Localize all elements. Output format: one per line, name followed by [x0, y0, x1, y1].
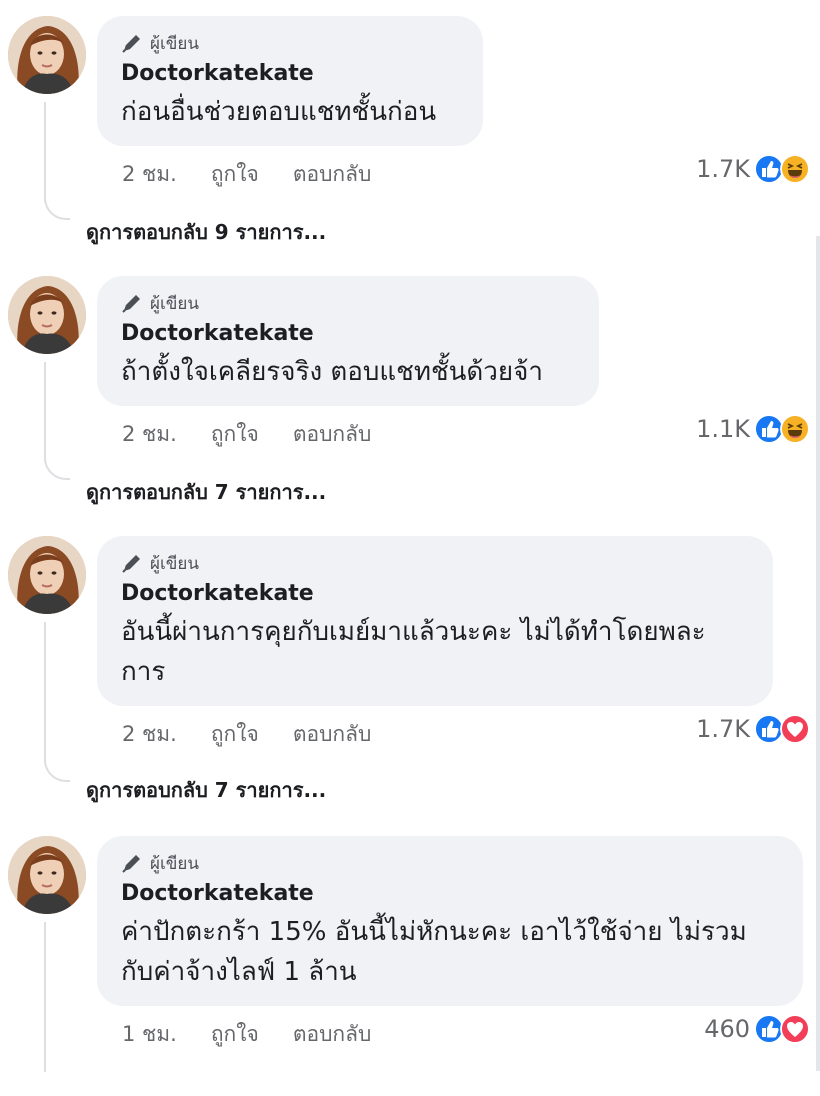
reply-button[interactable]: ตอบกลับ [293, 1018, 372, 1051]
avatar[interactable] [8, 836, 86, 914]
like-button[interactable]: ถูกใจ [211, 718, 259, 751]
comment-bubble: ผู้เขียน Doctorkatekate ก่อนอื่นช่วยตอบแ… [97, 16, 483, 146]
author-badge: ผู้เขียน [121, 852, 779, 874]
comment-time[interactable]: 2 ชม. [122, 158, 177, 191]
avatar[interactable] [8, 16, 86, 94]
comment-text: ถ้าตั้งใจเคลียรจริง ตอบแชทชั้นด้วยจ้า [121, 357, 543, 387]
comment-time[interactable]: 2 ชม. [122, 718, 177, 751]
thread-line [44, 922, 46, 1072]
comment-time[interactable]: 1 ชม. [122, 1018, 177, 1051]
reaction-count: 1.7K [696, 155, 750, 183]
reaction-summary[interactable]: 1.1K [696, 414, 810, 444]
thread-line [44, 362, 46, 462]
pen-icon [122, 34, 141, 53]
pen-icon [122, 294, 141, 313]
like-button[interactable]: ถูกใจ [211, 1018, 259, 1051]
avatar[interactable] [8, 276, 86, 354]
comment-thread-1: ผู้เขียน Doctorkatekate ก่อนอื่นช่วยตอบแ… [0, 16, 820, 276]
comment-thread-2: ผู้เขียน Doctorkatekate ถ้าตั้งใจเคลียรจ… [0, 276, 820, 536]
comment-author[interactable]: Doctorkatekate [121, 320, 575, 348]
reaction-summary[interactable]: 1.7K [696, 154, 810, 184]
comment-thread-3: ผู้เขียน Doctorkatekate อันนี้ผ่านการคุย… [0, 536, 820, 802]
thread-line [44, 102, 46, 202]
thread-curve [44, 756, 70, 782]
view-replies-link[interactable]: ดูการตอบกลับ 7 รายการ... [86, 774, 326, 806]
comment-author[interactable]: Doctorkatekate [121, 580, 749, 608]
reply-button[interactable]: ตอบกลับ [293, 158, 372, 191]
reaction-summary[interactable]: 460 [704, 1014, 810, 1044]
author-badge-label: ผู้เขียน [150, 293, 199, 314]
pen-icon [122, 554, 141, 573]
haha-icon [780, 154, 810, 184]
comment-actions: 1 ชม. ถูกใจ ตอบกลับ [122, 1018, 371, 1051]
scrollbar[interactable] [816, 236, 820, 1071]
love-icon [780, 714, 810, 744]
comment-actions: 2 ชม. ถูกใจ ตอบกลับ [122, 418, 371, 451]
like-button[interactable]: ถูกใจ [211, 158, 259, 191]
thread-curve [44, 194, 70, 220]
author-badge: ผู้เขียน [121, 552, 749, 574]
love-icon [780, 1014, 810, 1044]
like-button[interactable]: ถูกใจ [211, 418, 259, 451]
view-replies-link[interactable]: ดูการตอบกลับ 7 รายการ... [86, 476, 326, 508]
reaction-count: 1.7K [696, 715, 750, 743]
comment-text: ก่อนอื่นช่วยตอบแชทชั้นก่อน [121, 97, 437, 127]
reply-button[interactable]: ตอบกลับ [293, 718, 372, 751]
author-badge-label: ผู้เขียน [150, 853, 199, 874]
comment-actions: 2 ชม. ถูกใจ ตอบกลับ [122, 158, 371, 191]
author-badge-label: ผู้เขียน [150, 553, 199, 574]
author-badge: ผู้เขียน [121, 292, 575, 314]
comment-bubble: ผู้เขียน Doctorkatekate อันนี้ผ่านการคุย… [97, 536, 773, 706]
reaction-summary[interactable]: 1.7K [696, 714, 810, 744]
pen-icon [122, 854, 141, 873]
comment-time[interactable]: 2 ชม. [122, 418, 177, 451]
reaction-count: 460 [704, 1015, 750, 1043]
comment-thread-4: ผู้เขียน Doctorkatekate ค่าปักตะกร้า 15%… [0, 836, 820, 1096]
comment-text-line-2: การ [121, 657, 166, 687]
comment-actions: 2 ชม. ถูกใจ ตอบกลับ [122, 718, 371, 751]
thread-curve [44, 454, 70, 480]
haha-icon [780, 414, 810, 444]
comment-author[interactable]: Doctorkatekate [121, 60, 459, 88]
thread-line [44, 622, 46, 762]
comment-text-line-1: อันนี้ผ่านการคุยกับเมย์มาแล้วนะคะ ไม่ได้… [121, 617, 706, 647]
comment-author[interactable]: Doctorkatekate [121, 880, 779, 908]
comment-bubble: ผู้เขียน Doctorkatekate ค่าปักตะกร้า 15%… [97, 836, 803, 1006]
reaction-count: 1.1K [696, 415, 750, 443]
comment-text-line-1: ค่าปักตะกร้า 15% อันนี้ไม่หักนะคะ เอาไว้… [121, 917, 747, 947]
reply-button[interactable]: ตอบกลับ [293, 418, 372, 451]
author-badge: ผู้เขียน [121, 32, 459, 54]
view-replies-link[interactable]: ดูการตอบกลับ 9 รายการ... [86, 216, 326, 248]
author-badge-label: ผู้เขียน [150, 33, 199, 54]
comment-text-line-2: กับค่าจ้างไลฟ์ 1 ล้าน [121, 957, 357, 987]
avatar[interactable] [8, 536, 86, 614]
comment-bubble: ผู้เขียน Doctorkatekate ถ้าตั้งใจเคลียรจ… [97, 276, 599, 406]
